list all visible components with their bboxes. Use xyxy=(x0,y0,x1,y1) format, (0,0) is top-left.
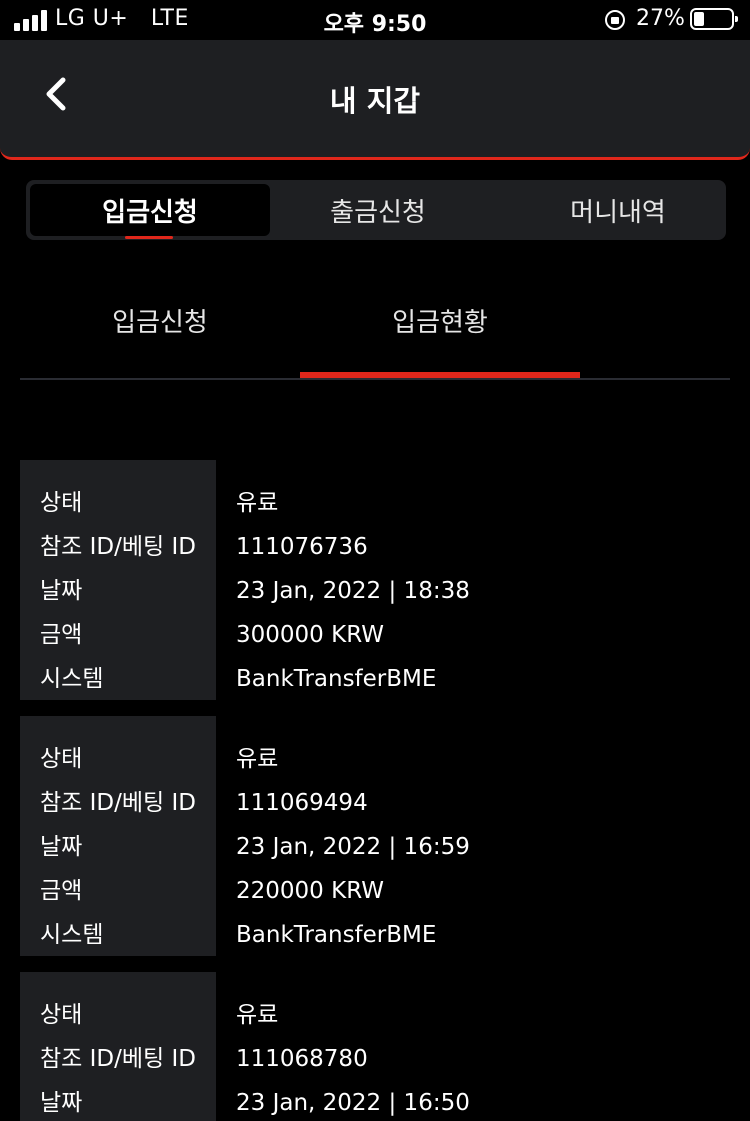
system-label: 시스템 xyxy=(40,666,104,692)
amount-value: 220000 KRW xyxy=(236,878,384,904)
date-value: 23 Jan, 2022 | 16:59 xyxy=(236,834,470,860)
tab-label: 출금신청 xyxy=(330,197,426,228)
date-label: 날짜 xyxy=(40,578,83,604)
status-label: 상태 xyxy=(40,1002,83,1028)
subtab-deposit-status[interactable]: 입금현황 xyxy=(300,302,580,352)
system-label: 시스템 xyxy=(40,922,104,948)
ref-label: 참조 ID/베팅 ID xyxy=(40,790,196,816)
wallet-tabs: 입금신청 출금신청 머니내역 xyxy=(26,180,726,240)
ref-label: 참조 ID/베팅 ID xyxy=(40,534,196,560)
battery-percent: 27% xyxy=(636,6,685,31)
date-value: 23 Jan, 2022 | 16:50 xyxy=(236,1090,470,1116)
ref-value: 111076736 xyxy=(236,534,368,560)
ref-value: 111068780 xyxy=(236,1046,368,1072)
amount-label: 금액 xyxy=(40,878,83,904)
tab-money-history[interactable]: 머니내역 xyxy=(498,184,738,236)
active-subtab-indicator xyxy=(300,372,580,378)
ref-value: 111069494 xyxy=(236,790,368,816)
system-value: BankTransferBME xyxy=(236,666,437,692)
status-value: 유료 xyxy=(236,1002,279,1028)
date-value: 23 Jan, 2022 | 18:38 xyxy=(236,578,470,604)
amount-value: 300000 KRW xyxy=(236,622,384,648)
app-header: 내 지갑 xyxy=(0,40,750,160)
status-value: 유료 xyxy=(236,490,279,516)
tab-label: 입금신청 xyxy=(102,197,198,228)
tab-withdraw-request[interactable]: 출금신청 xyxy=(258,184,498,236)
date-label: 날짜 xyxy=(40,1090,83,1116)
active-tab-underline xyxy=(125,236,173,239)
page-title: 내 지갑 xyxy=(329,84,421,118)
tab-label: 머니내역 xyxy=(570,197,666,228)
rotation-lock-icon xyxy=(605,10,625,30)
tab-deposit-request[interactable]: 입금신청 xyxy=(30,184,270,239)
amount-label: 금액 xyxy=(40,622,83,648)
deposit-subtabs: 입금신청 입금현황 xyxy=(20,290,730,380)
status-label: 상태 xyxy=(40,746,83,772)
status-bar: LG U+ LTE 오후 9:50 27% xyxy=(0,0,750,40)
system-value: BankTransferBME xyxy=(236,922,437,948)
battery-icon xyxy=(690,8,738,30)
date-label: 날짜 xyxy=(40,834,83,860)
status-value: 유료 xyxy=(236,746,279,772)
ref-label: 참조 ID/베팅 ID xyxy=(40,1046,196,1072)
subtab-deposit-request[interactable]: 입금신청 xyxy=(20,302,300,352)
status-label: 상태 xyxy=(40,490,83,516)
